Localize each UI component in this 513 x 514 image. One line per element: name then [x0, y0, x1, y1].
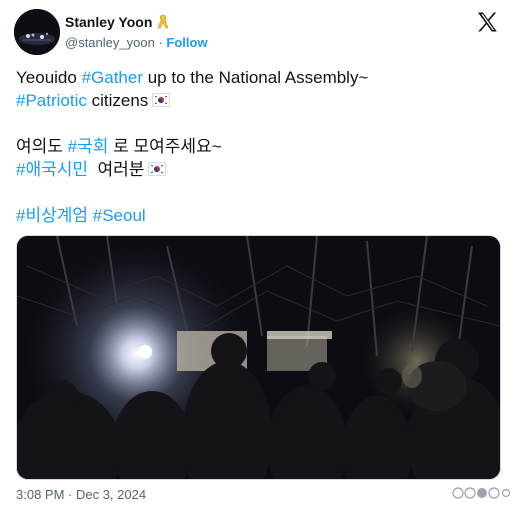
- author-handle[interactable]: @stanley_yoon: [65, 35, 155, 50]
- tweet-line-5: #비상계엄 #Seoul: [16, 204, 496, 227]
- tweet-card: Stanley Yoon @stanley_yoon · Follow Yeou…: [0, 0, 513, 511]
- hashtag-gather[interactable]: #Gather: [82, 68, 143, 87]
- tweet-line-1: Yeouido #Gather up to the National Assem…: [16, 66, 496, 89]
- hashtag-patriotic-citizens[interactable]: #애국시민: [16, 160, 88, 179]
- tweet-line-3: 여의도 #국회 로 모여주세요~: [16, 135, 496, 158]
- avatar[interactable]: [14, 9, 60, 55]
- author-name-text[interactable]: Stanley Yoon: [65, 14, 152, 30]
- south-korea-flag-icon: [148, 162, 167, 176]
- text-segment: up to the National Assembly~: [143, 68, 369, 87]
- text-segment: citizens: [86, 91, 149, 110]
- tweet-line-4: #애국시민 여러분: [16, 158, 496, 181]
- hashtag-martial-law[interactable]: #비상계엄: [16, 206, 88, 225]
- follow-button[interactable]: Follow: [166, 35, 207, 50]
- text-segment: 로 모여주세요~: [108, 137, 222, 156]
- text-segment: 여러분: [88, 160, 145, 179]
- hashtag-seoul[interactable]: #Seoul: [93, 206, 146, 225]
- text-segment: Yeouido: [16, 68, 82, 87]
- yellow-ribbon-icon: [157, 14, 169, 29]
- text-segment: 여의도: [16, 137, 68, 156]
- x-logo-icon[interactable]: [475, 10, 499, 34]
- tweet-text: Yeouido #Gather up to the National Assem…: [16, 66, 496, 227]
- south-korea-flag-icon: [152, 93, 171, 107]
- handle-line: @stanley_yoon · Follow: [65, 35, 208, 50]
- hashtag-national-assembly[interactable]: #국회: [68, 137, 109, 156]
- tweet-photo[interactable]: [16, 235, 501, 480]
- hashtag-patriotic[interactable]: #Patriotic: [16, 91, 87, 110]
- separator-dot: ·: [158, 35, 163, 50]
- watermark-logo: [452, 485, 511, 509]
- tweet-line-2: #Patriotic citizens: [16, 89, 496, 112]
- tweet-timestamp[interactable]: 3:08 PM · Dec 3, 2024: [16, 487, 146, 502]
- author-name[interactable]: Stanley Yoon: [65, 14, 170, 30]
